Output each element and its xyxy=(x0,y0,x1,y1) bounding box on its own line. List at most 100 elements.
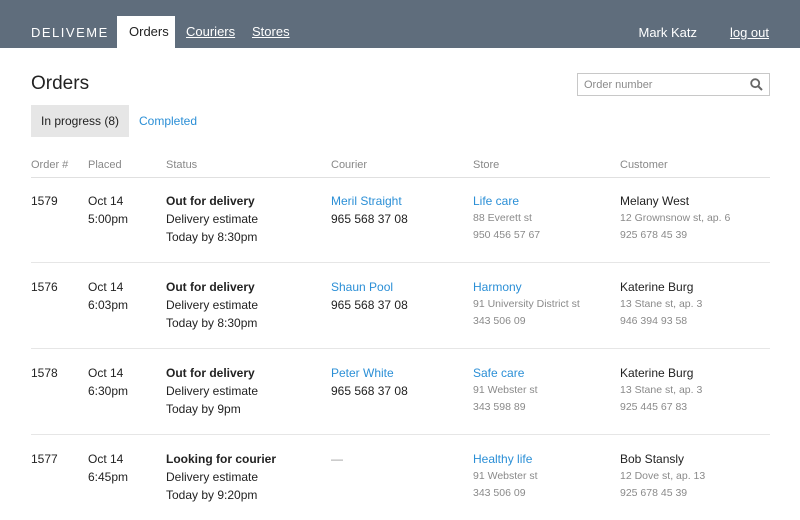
courier-name-link[interactable]: Shaun Pool xyxy=(331,278,408,296)
order-placed: Oct 14 5:00pm xyxy=(88,192,128,228)
order-courier: Peter White 965 568 37 08 xyxy=(331,364,408,400)
estimate-value: Today by 9:20pm xyxy=(166,488,258,502)
customer-phone: 925 445 67 83 xyxy=(620,401,688,413)
placed-date: Oct 14 xyxy=(88,280,124,294)
order-status: Out for delivery Delivery estimate Today… xyxy=(166,364,258,418)
status-label: Out for delivery xyxy=(166,366,255,380)
store-address: 91 Webster st xyxy=(473,470,538,482)
order-status: Looking for courier Delivery estimate To… xyxy=(166,450,276,504)
column-header-store: Store xyxy=(473,159,500,171)
top-navbar: DELIVEME Orders Couriers Stores Mark Kat… xyxy=(0,0,800,48)
page-title: Orders xyxy=(31,73,90,94)
customer-name: Melany West xyxy=(620,194,690,208)
search-icon[interactable] xyxy=(750,78,763,91)
store-phone: 950 456 57 67 xyxy=(473,229,541,241)
courier-name-link[interactable]: Peter White xyxy=(331,364,408,382)
order-row[interactable]: 1576 Oct 14 6:03pm Out for delivery Deli… xyxy=(0,278,800,364)
store-address: 91 Webster st xyxy=(473,384,538,396)
status-label: Out for delivery xyxy=(166,194,255,208)
order-number: 1579 xyxy=(31,194,58,208)
header-divider xyxy=(31,177,770,178)
store-address: 88 Everett st xyxy=(473,212,532,224)
order-store: Harmony 91 University District st 343 50… xyxy=(473,278,580,330)
order-number: 1578 xyxy=(31,366,58,380)
row-divider xyxy=(31,348,770,349)
placed-date: Oct 14 xyxy=(88,366,124,380)
app-logo[interactable]: DELIVEME xyxy=(31,25,109,40)
customer-name: Katerine Burg xyxy=(620,280,694,294)
store-name-link[interactable]: Harmony xyxy=(473,278,580,296)
courier-name-link[interactable]: Meril Straight xyxy=(331,192,408,210)
order-customer: Bob Stansly 12 Dove st, ap. 13 925 678 4… xyxy=(620,450,705,502)
tab-completed[interactable]: Completed xyxy=(139,105,197,137)
column-header-order: Order # xyxy=(31,159,69,171)
store-phone: 343 506 09 xyxy=(473,487,526,499)
status-label: Out for delivery xyxy=(166,280,255,294)
customer-name: Katerine Burg xyxy=(620,366,694,380)
logout-link[interactable]: log out xyxy=(730,25,769,40)
courier-phone: 965 568 37 08 xyxy=(331,212,408,226)
placed-time: 5:00pm xyxy=(88,212,129,226)
order-number: 1576 xyxy=(31,280,58,294)
estimate-value: Today by 8:30pm xyxy=(166,316,258,330)
order-number: 1577 xyxy=(31,452,58,466)
order-customer: Katerine Burg 13 Stane st, ap. 3 946 394… xyxy=(620,278,702,330)
estimate-value: Today by 8:30pm xyxy=(166,230,258,244)
customer-address: 13 Stane st, ap. 3 xyxy=(620,384,703,396)
customer-name: Bob Stansly xyxy=(620,452,685,466)
order-search xyxy=(577,73,770,96)
column-header-customer: Customer xyxy=(620,159,668,171)
nav-tab-orders[interactable]: Orders xyxy=(117,16,175,48)
order-store: Safe care 91 Webster st 343 598 89 xyxy=(473,364,538,416)
store-address: 91 University District st xyxy=(473,298,580,310)
courier-empty: — xyxy=(331,452,343,466)
customer-address: 12 Dove st, ap. 13 xyxy=(620,470,706,482)
customer-phone: 925 678 45 39 xyxy=(620,229,688,241)
estimate-label: Delivery estimate xyxy=(166,470,259,484)
status-label: Looking for courier xyxy=(166,452,277,466)
order-placed: Oct 14 6:30pm xyxy=(88,364,128,400)
placed-date: Oct 14 xyxy=(88,452,124,466)
order-row[interactable]: 1578 Oct 14 6:30pm Out for delivery Deli… xyxy=(0,364,800,450)
customer-address: 12 Grownsnow st, ap. 6 xyxy=(620,212,731,224)
courier-phone: 965 568 37 08 xyxy=(331,384,408,398)
column-header-placed: Placed xyxy=(88,159,122,171)
order-customer: Katerine Burg 13 Stane st, ap. 3 925 445… xyxy=(620,364,702,416)
store-name-link[interactable]: Healthy life xyxy=(473,450,538,468)
order-placed: Oct 14 6:03pm xyxy=(88,278,128,314)
order-store: Life care 88 Everett st 950 456 57 67 xyxy=(473,192,540,244)
column-header-courier: Courier xyxy=(331,159,368,171)
store-name-link[interactable]: Life care xyxy=(473,192,540,210)
store-phone: 343 598 89 xyxy=(473,401,526,413)
order-courier: Meril Straight 965 568 37 08 xyxy=(331,192,408,228)
placed-time: 6:03pm xyxy=(88,298,129,312)
store-name-link[interactable]: Safe care xyxy=(473,364,538,382)
store-phone: 343 506 09 xyxy=(473,315,526,327)
order-courier: — xyxy=(331,450,343,468)
column-header-status: Status xyxy=(166,159,198,171)
nav-tab-couriers[interactable]: Couriers xyxy=(186,16,235,48)
order-status: Out for delivery Delivery estimate Today… xyxy=(166,192,258,246)
customer-phone: 925 678 45 39 xyxy=(620,487,688,499)
placed-time: 6:45pm xyxy=(88,470,129,484)
customer-phone: 946 394 93 58 xyxy=(620,315,688,327)
estimate-value: Today by 9pm xyxy=(166,402,241,416)
order-status: Out for delivery Delivery estimate Today… xyxy=(166,278,258,332)
row-divider xyxy=(31,262,770,263)
estimate-label: Delivery estimate xyxy=(166,212,259,226)
order-row[interactable]: 1579 Oct 14 5:00pm Out for delivery Deli… xyxy=(0,192,800,278)
order-placed: Oct 14 6:45pm xyxy=(88,450,128,486)
tab-in-progress[interactable]: In progress (8) xyxy=(31,105,129,137)
estimate-label: Delivery estimate xyxy=(166,384,259,398)
order-store: Healthy life 91 Webster st 343 506 09 xyxy=(473,450,538,502)
estimate-label: Delivery estimate xyxy=(166,298,259,312)
order-row[interactable]: 1577 Oct 14 6:45pm Looking for courier D… xyxy=(0,450,800,520)
nav-tab-stores[interactable]: Stores xyxy=(252,16,290,48)
user-name: Mark Katz xyxy=(638,25,697,40)
placed-time: 6:30pm xyxy=(88,384,129,398)
order-search-input[interactable] xyxy=(578,74,738,95)
order-courier: Shaun Pool 965 568 37 08 xyxy=(331,278,408,314)
order-customer: Melany West 12 Grownsnow st, ap. 6 925 6… xyxy=(620,192,730,244)
customer-address: 13 Stane st, ap. 3 xyxy=(620,298,703,310)
placed-date: Oct 14 xyxy=(88,194,124,208)
